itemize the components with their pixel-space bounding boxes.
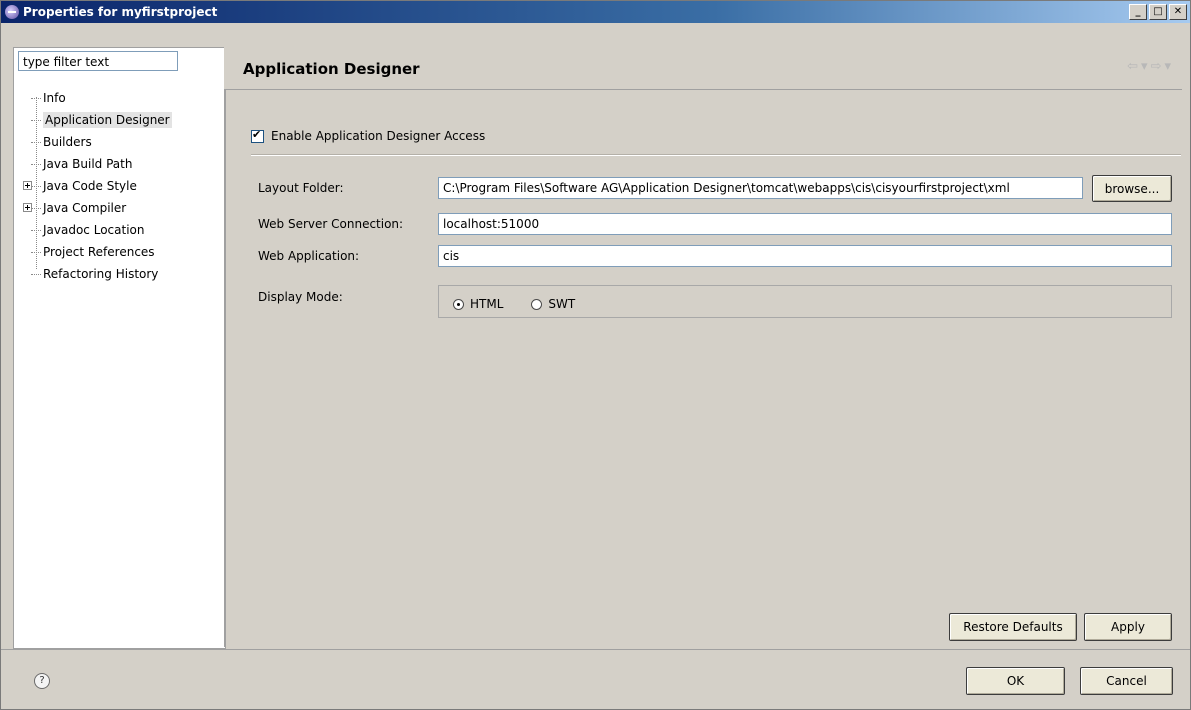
close-button[interactable]: ✕ — [1169, 4, 1187, 20]
eclipse-icon — [5, 5, 19, 19]
tree-item-label: Project References — [43, 245, 155, 259]
tree-item-label: Builders — [43, 135, 92, 149]
footer-divider — [1, 649, 1190, 650]
back-arrow-icon[interactable]: ⇦ — [1127, 59, 1141, 74]
layout-folder-field[interactable]: C:\Program Files\Software AG\Application… — [438, 177, 1083, 199]
divider — [251, 154, 1181, 156]
tree-item-info[interactable]: Info — [29, 87, 172, 109]
tree-item-java-build-path[interactable]: Java Build Path — [29, 153, 172, 175]
restore-defaults-button[interactable]: Restore Defaults — [949, 613, 1077, 641]
enable-access-row[interactable]: Enable Application Designer Access — [251, 128, 486, 143]
web-server-label: Web Server Connection: — [258, 217, 404, 231]
history-nav[interactable]: ⇦▾⇨▾ — [1127, 59, 1174, 74]
expand-icon[interactable] — [23, 203, 32, 212]
page-body — [224, 90, 1182, 647]
tree-item-label: Java Code Style — [43, 179, 137, 193]
help-icon[interactable]: ? — [34, 673, 50, 689]
tree-item-refactoring-history[interactable]: Refactoring History — [29, 263, 172, 285]
properties-dialog: Properties for myfirstproject _ □ ✕ type… — [0, 0, 1191, 710]
maximize-button[interactable]: □ — [1149, 4, 1167, 20]
enable-access-label: Enable Application Designer Access — [271, 129, 486, 143]
page-header: Application Designer ⇦▾⇨▾ — [224, 47, 1182, 90]
page-title: Application Designer — [243, 60, 420, 78]
tree-item-project-references[interactable]: Project References — [29, 241, 172, 263]
html-radio[interactable] — [453, 298, 464, 310]
web-application-label: Web Application: — [258, 249, 360, 263]
minimize-button[interactable]: _ — [1129, 4, 1147, 20]
tree-item-label: Info — [43, 91, 66, 105]
title-bar[interactable]: Properties for myfirstproject _ □ ✕ — [1, 1, 1190, 23]
property-tree: Info Application Designer Builders Java … — [23, 87, 172, 285]
tree-item-label: Javadoc Location — [43, 223, 145, 237]
cancel-button[interactable]: Cancel — [1080, 667, 1173, 695]
tree-item-javadoc-location[interactable]: Javadoc Location — [29, 219, 172, 241]
swt-radio[interactable] — [531, 298, 543, 310]
browse-button[interactable]: browse... — [1092, 175, 1172, 202]
expand-icon[interactable] — [23, 181, 32, 190]
ok-button[interactable]: OK — [966, 667, 1065, 695]
apply-button[interactable]: Apply — [1084, 613, 1172, 641]
filter-input[interactable]: type filter text — [18, 51, 178, 71]
tree-item-java-code-style[interactable]: Java Code Style — [23, 175, 172, 197]
swt-radio-label[interactable]: SWT — [548, 297, 575, 311]
chevron-down-icon[interactable]: ▾ — [1164, 59, 1174, 74]
html-radio-label[interactable]: HTML — [470, 297, 503, 311]
web-server-field[interactable]: localhost:51000 — [438, 213, 1172, 235]
web-application-field[interactable]: cis — [438, 245, 1172, 267]
chevron-down-icon[interactable]: ▾ — [1141, 59, 1151, 74]
layout-folder-label: Layout Folder: — [258, 181, 344, 195]
window-title: Properties for myfirstproject — [23, 5, 218, 19]
tree-item-builders[interactable]: Builders — [29, 131, 172, 153]
tree-item-application-designer[interactable]: Application Designer — [29, 109, 172, 131]
tree-item-label: Java Compiler — [43, 201, 127, 215]
tree-item-label: Application Designer — [43, 112, 172, 128]
display-mode-options: HTML SWT — [453, 297, 575, 311]
enable-access-checkbox[interactable] — [251, 128, 264, 143]
display-mode-label: Display Mode: — [258, 290, 343, 304]
tree-item-label: Java Build Path — [43, 157, 133, 171]
tree-item-java-compiler[interactable]: Java Compiler — [23, 197, 172, 219]
forward-arrow-icon[interactable]: ⇨ — [1151, 59, 1165, 74]
tree-item-label: Refactoring History — [43, 267, 159, 281]
